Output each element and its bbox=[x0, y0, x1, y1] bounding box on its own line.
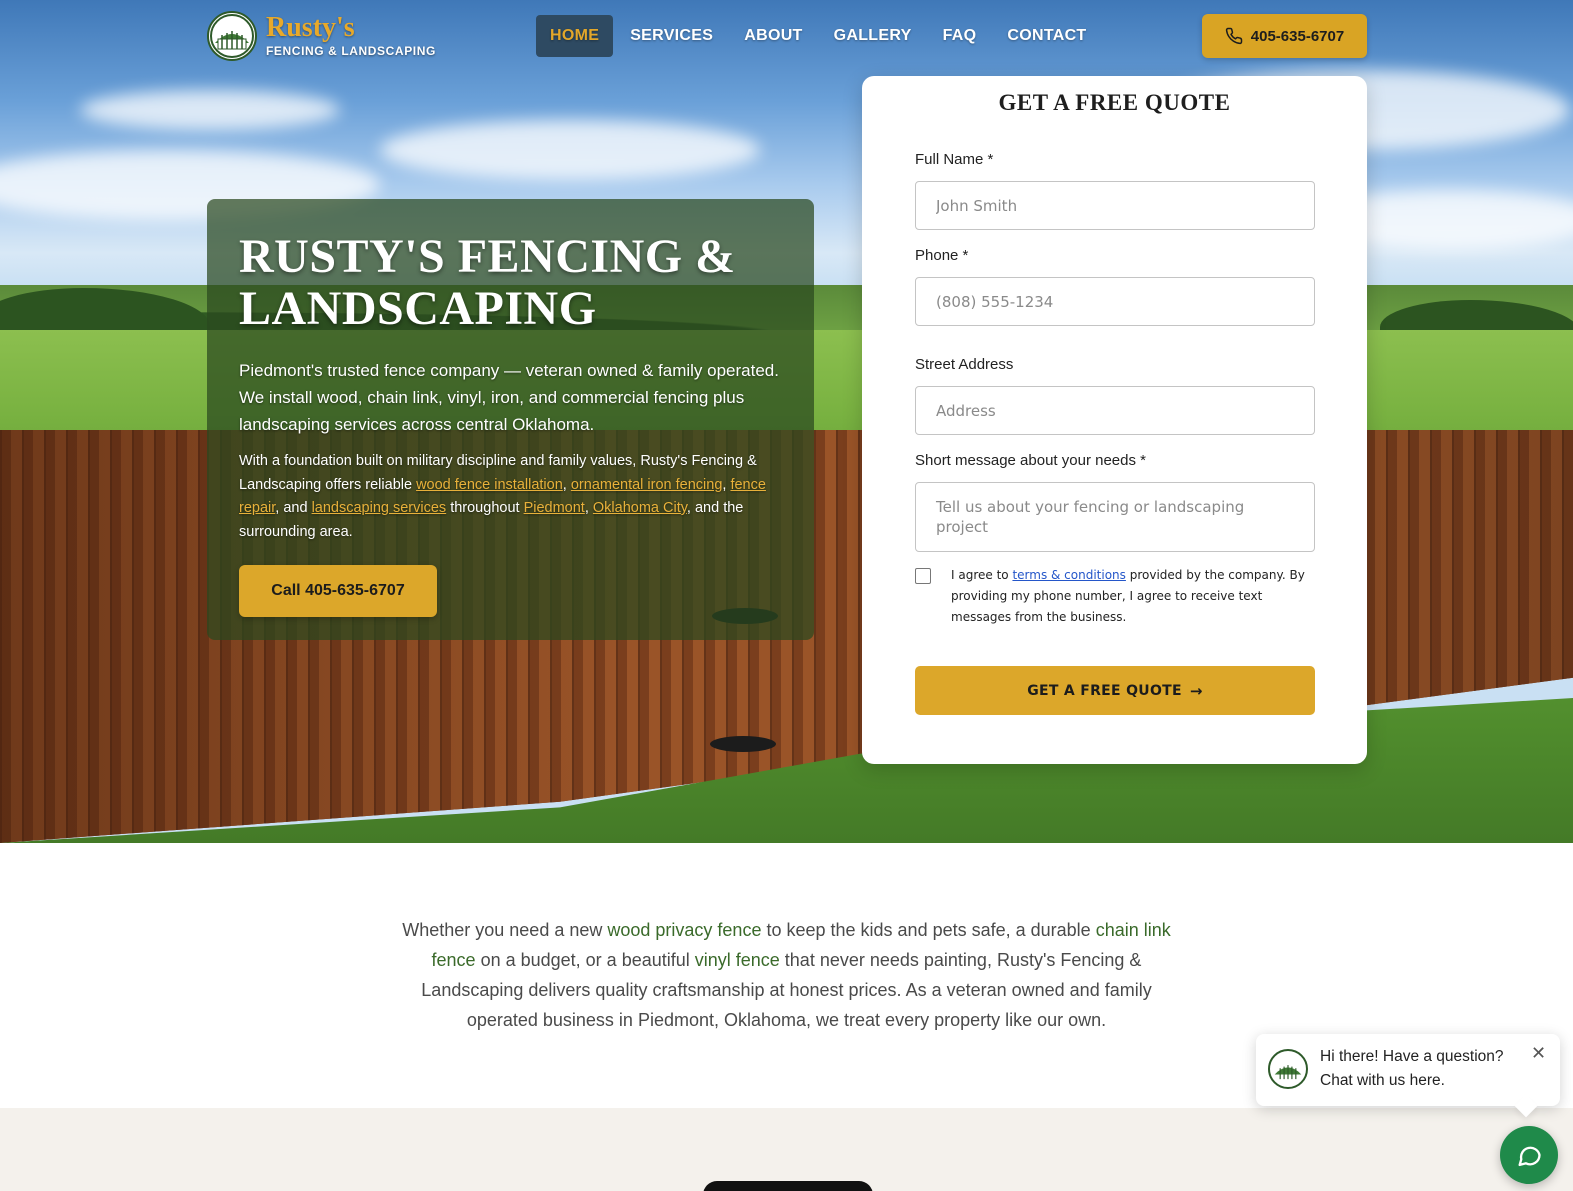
link-oklahoma-city[interactable]: Oklahoma City bbox=[593, 500, 687, 516]
hero-lead: Piedmont's trusted fence company — veter… bbox=[239, 361, 779, 434]
logo-tagline: FENCING & LANDSCAPING bbox=[266, 44, 436, 58]
arrow-right-icon: → bbox=[1189, 681, 1203, 700]
nav-gallery[interactable]: GALLERY bbox=[820, 15, 926, 57]
full-name-label: Full Name * bbox=[915, 151, 994, 168]
site-logo[interactable]: Rusty's FENCING & LANDSCAPING bbox=[207, 11, 436, 61]
link-wood-fence-installation[interactable]: wood fence installation bbox=[416, 477, 563, 493]
message-textarea[interactable] bbox=[915, 482, 1315, 552]
link-landscaping-services[interactable]: landscaping services bbox=[312, 500, 447, 516]
nav-services[interactable]: SERVICES bbox=[616, 15, 727, 57]
quote-title: GET A FREE QUOTE bbox=[998, 90, 1231, 115]
terms-link[interactable]: terms & conditions bbox=[1012, 568, 1125, 582]
chat-launcher-button[interactable] bbox=[1500, 1126, 1558, 1184]
logo-badge-icon bbox=[207, 11, 257, 61]
logo-title: Rusty's bbox=[266, 12, 355, 43]
chat-popup[interactable]: Hi there! Have a question? Chat with us … bbox=[1256, 1034, 1560, 1106]
main-nav: HOME SERVICES ABOUT GALLERY FAQ CONTACT bbox=[536, 15, 1104, 57]
terms-text: I agree to terms & conditions provided b… bbox=[951, 568, 1305, 624]
close-icon[interactable]: ✕ bbox=[1531, 1044, 1546, 1062]
services-section bbox=[0, 1108, 1573, 1191]
phone-input[interactable] bbox=[915, 277, 1315, 326]
intro-paragraph: Whether you need a new wood privacy fenc… bbox=[402, 920, 1171, 1030]
nav-contact[interactable]: CONTACT bbox=[993, 15, 1100, 57]
submit-quote-label: GET A FREE QUOTE bbox=[1027, 682, 1182, 699]
chat-icon bbox=[1518, 1146, 1541, 1167]
link-ornamental-iron-fencing[interactable]: ornamental iron fencing bbox=[571, 477, 723, 493]
chat-avatar bbox=[1268, 1049, 1308, 1089]
hero-call-button[interactable]: Call 405-635-6707 bbox=[239, 565, 437, 617]
terms-agreement: I agree to terms & conditions provided b… bbox=[915, 565, 1315, 628]
street-address-input[interactable] bbox=[915, 386, 1315, 435]
link-piedmont[interactable]: Piedmont bbox=[524, 500, 585, 516]
nav-about[interactable]: ABOUT bbox=[730, 15, 816, 57]
phone-icon bbox=[1225, 27, 1243, 45]
header-phone-label: 405-635-6707 bbox=[1250, 27, 1345, 45]
full-name-input[interactable] bbox=[915, 181, 1315, 230]
hero-card: RUSTY'S FENCING & LANDSCAPING Piedmont's… bbox=[207, 199, 814, 640]
link-wood-privacy-fence[interactable]: wood privacy fence bbox=[607, 920, 761, 940]
hero-title: RUSTY'S FENCING & LANDSCAPING bbox=[239, 230, 736, 335]
section-heading-overlay bbox=[703, 1181, 873, 1191]
nav-faq[interactable]: FAQ bbox=[929, 15, 991, 57]
phone-label: Phone * bbox=[915, 247, 969, 264]
chat-message: Hi there! Have a question? Chat with us … bbox=[1320, 1048, 1504, 1089]
terms-checkbox[interactable] bbox=[915, 568, 931, 584]
link-vinyl-fence[interactable]: vinyl fence bbox=[695, 950, 780, 970]
street-address-label: Street Address bbox=[915, 356, 1014, 373]
header-phone-button[interactable]: 405-635-6707 bbox=[1202, 14, 1367, 58]
submit-quote-button[interactable]: GET A FREE QUOTE → bbox=[915, 666, 1315, 715]
nav-home[interactable]: HOME bbox=[536, 15, 614, 57]
message-label: Short message about your needs * bbox=[915, 452, 1146, 469]
quote-form: GET A FREE QUOTE Full Name * Phone * Str… bbox=[862, 76, 1367, 764]
hero-body: With a foundation built on military disc… bbox=[239, 453, 766, 540]
